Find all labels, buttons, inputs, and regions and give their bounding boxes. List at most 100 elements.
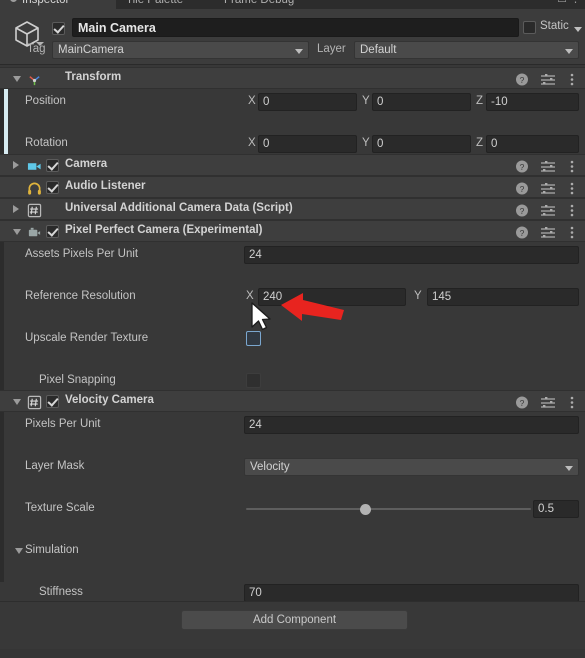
rotation-x-field[interactable]: 0 [258, 135, 357, 153]
row-pixel-snapping: Pixel Snapping [0, 370, 585, 391]
row-stiffness: Stiffness 70 [0, 582, 585, 603]
row-assets-pixels-per-unit: Assets Pixels Per Unit 24 [0, 244, 585, 265]
reference-resolution-y-field[interactable]: 145 [427, 288, 579, 306]
component-title-velocity-camera: Velocity Camera [65, 394, 154, 406]
foldout-transform[interactable] [13, 76, 21, 82]
camera-icon [27, 163, 41, 170]
chevron-down-icon [565, 466, 573, 471]
tag-label: Tag [27, 43, 46, 55]
foldout-universal-additional-camera-data[interactable] [13, 205, 19, 213]
component-header-icons-camera[interactable]: ? [515, 159, 579, 174]
script-icon [27, 395, 42, 410]
component-header-transform[interactable]: Transform ? [0, 67, 585, 89]
layer-value: Default [360, 44, 397, 56]
pixel-perfect-icon [28, 227, 41, 237]
layer-dropdown[interactable]: Default [354, 41, 579, 59]
stiffness-field[interactable]: 70 [244, 584, 579, 602]
script-icon [27, 203, 42, 218]
axis-x-label: X [248, 137, 256, 149]
foldout-velocity-camera[interactable] [13, 399, 21, 405]
axis-z-label: Z [476, 95, 484, 107]
foldout-simulation[interactable] [15, 548, 23, 554]
position-y-field[interactable]: 0 [372, 93, 471, 111]
svg-text:?: ? [520, 228, 525, 238]
component-header-icons-ppc[interactable]: ? [515, 225, 579, 240]
gameobject-enabled-checkbox[interactable] [52, 22, 65, 35]
label-simulation: Simulation [25, 544, 79, 556]
component-header-pixel-perfect-camera[interactable]: Pixel Perfect Camera (Experimental) ? [0, 220, 585, 242]
component-header-icons-velocity-camera[interactable]: ? [515, 395, 579, 410]
upscale-render-texture-checkbox[interactable] [246, 331, 261, 346]
pixel-perfect-camera-enabled-checkbox[interactable] [46, 225, 59, 238]
svg-text:?: ? [520, 206, 525, 216]
tab-tile-palette[interactable]: Tile Palette [116, 0, 193, 9]
axis-x-label: X [246, 290, 254, 302]
row-pixels-per-unit: Pixels Per Unit 24 [0, 414, 585, 435]
velocity-camera-enabled-checkbox[interactable] [46, 395, 59, 408]
label-rotation: Rotation [25, 137, 68, 149]
gameobject-header: Main Camera Static Tag MainCamera Layer … [0, 9, 585, 65]
foldout-camera[interactable] [13, 161, 19, 169]
component-header-icons-uacd[interactable]: ? [515, 203, 579, 218]
inspector-body: Main Camera Static Tag MainCamera Layer … [0, 9, 585, 658]
chevron-down-icon [565, 49, 573, 54]
audio-listener-enabled-checkbox[interactable] [46, 181, 59, 194]
assets-pixels-per-unit-field[interactable]: 24 [244, 246, 579, 264]
layer-mask-value: Velocity [250, 461, 290, 473]
component-header-icons-audio-listener[interactable]: ? [515, 181, 579, 196]
tag-value: MainCamera [58, 44, 124, 56]
label-layer-mask: Layer Mask [25, 460, 85, 472]
axis-y-label: Y [414, 290, 422, 302]
layer-mask-dropdown[interactable]: Velocity [244, 458, 579, 476]
component-title-transform: Transform [65, 71, 122, 83]
component-title-universal-additional-camera-data: Universal Additional Camera Data (Script… [65, 202, 293, 214]
tab-strip-menu-icons[interactable]: ☐ ⋮ [557, 0, 581, 5]
camera-enabled-checkbox[interactable] [46, 159, 59, 172]
svg-text:?: ? [520, 184, 525, 194]
component-header-icons-transform[interactable]: ? [515, 72, 579, 87]
row-layer-mask: Layer Mask Velocity [0, 456, 585, 477]
texture-scale-value-field[interactable]: 0.5 [533, 500, 579, 518]
inspector-footer-strip [0, 649, 585, 658]
axis-y-label: Y [362, 137, 370, 149]
label-reference-resolution: Reference Resolution [25, 290, 136, 302]
static-label: Static [540, 20, 569, 32]
tab-frame-debug[interactable]: Frame Debug [214, 0, 304, 9]
component-header-camera[interactable]: Camera ? [0, 154, 585, 176]
rotation-z-field[interactable]: 0 [486, 135, 579, 153]
pixel-snapping-checkbox[interactable] [246, 373, 261, 388]
position-x-field[interactable]: 0 [258, 93, 357, 111]
rotation-y-field[interactable]: 0 [372, 135, 471, 153]
svg-text:?: ? [520, 75, 525, 85]
layer-label: Layer [317, 43, 346, 55]
tab-frame-debug-label: Frame Debug [224, 0, 295, 6]
pixels-per-unit-field[interactable]: 24 [244, 416, 579, 434]
add-component-button[interactable]: Add Component [181, 610, 408, 630]
static-dropdown-caret[interactable] [574, 27, 582, 32]
row-rotation: Rotation X 0 Y 0 Z 0 [0, 133, 585, 154]
position-z-field[interactable]: -10 [486, 93, 579, 111]
chevron-down-icon [295, 49, 303, 54]
gameobject-name-field[interactable]: Main Camera [72, 18, 519, 37]
texture-scale-slider-track[interactable] [246, 508, 531, 510]
row-upscale-render-texture: Upscale Render Texture [0, 328, 585, 349]
static-checkbox[interactable] [523, 21, 536, 34]
tab-tile-palette-label: Tile Palette [126, 0, 184, 6]
tab-inspector[interactable]: Inspector [0, 0, 116, 9]
editor-tab-strip: Inspector Tile Palette Frame Debug ☐ ⋮ [0, 0, 585, 9]
axis-y-label: Y [362, 95, 370, 107]
row-position: Position X 0 Y 0 Z -10 [0, 91, 585, 112]
label-texture-scale: Texture Scale [25, 502, 95, 514]
row-simulation-foldout[interactable]: Simulation [0, 540, 585, 561]
component-header-audio-listener[interactable]: Audio Listener ? [0, 176, 585, 198]
tag-dropdown[interactable]: MainCamera [52, 41, 309, 59]
component-header-universal-additional-camera-data[interactable]: Universal Additional Camera Data (Script… [0, 198, 585, 220]
inspector-icon [10, 0, 17, 2]
reference-resolution-x-field[interactable]: 240 [258, 288, 406, 306]
transform-axis-icon [29, 76, 40, 86]
texture-scale-slider-knob[interactable] [360, 504, 372, 515]
row-texture-scale: Texture Scale 0.5 [0, 498, 585, 519]
foldout-pixel-perfect-camera[interactable] [13, 229, 21, 235]
tab-inspector-label: Inspector [22, 0, 70, 6]
component-header-velocity-camera[interactable]: Velocity Camera ? [0, 390, 585, 412]
